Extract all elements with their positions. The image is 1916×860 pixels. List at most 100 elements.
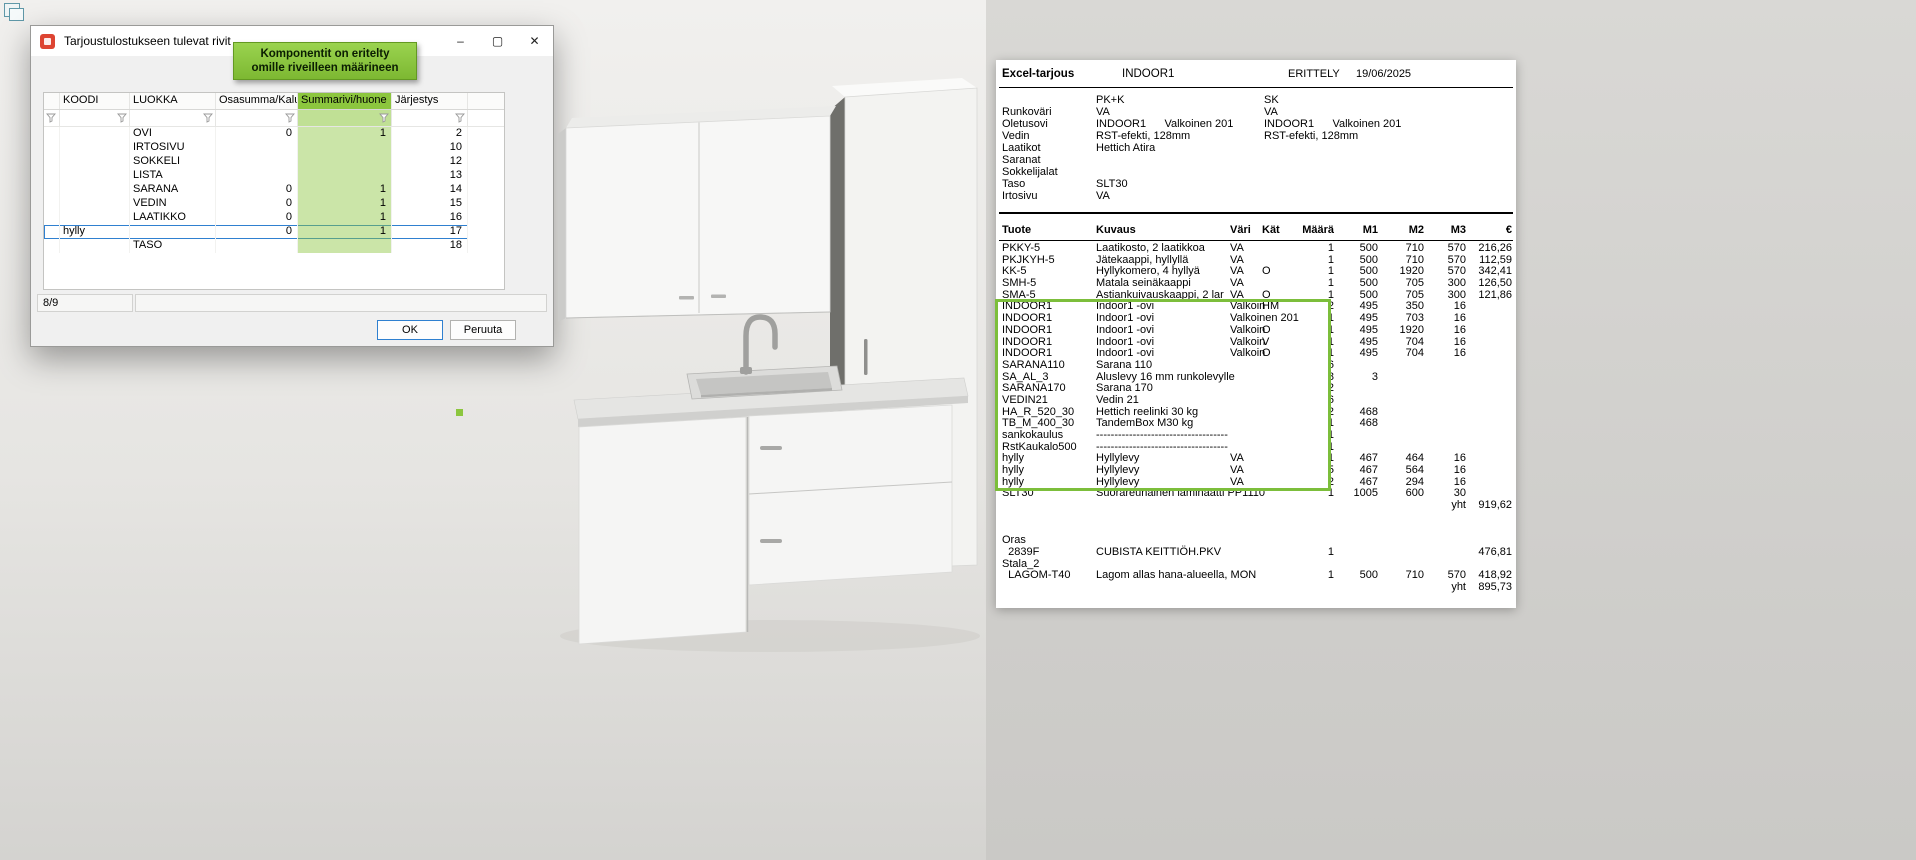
filter-cell-koodi[interactable] [60,110,130,126]
report-model: INDOOR1 [1122,68,1174,80]
report-cell: 500 [1338,570,1378,582]
report-row: VEDIN21Vedin 216 [996,395,1516,407]
filter-funnel-icon[interactable] [117,113,127,123]
report-info-row: LaatikotHettich Atira [996,142,1516,154]
table-row[interactable]: TASO18 [44,239,468,253]
report-cell: 8 [1284,372,1334,384]
report-row [996,512,1516,524]
filter-funnel-icon[interactable] [46,113,56,123]
report-row: SLT30Suorareunainen laminaatti PP1110110… [996,488,1516,500]
cell-jarjestys: 10 [392,141,468,155]
report-cell: Valkoin [1230,325,1265,337]
report-cell: 300 [1426,278,1466,290]
row-selector-cell [44,183,60,197]
report-cell: VEDIN21 [1002,395,1048,407]
report-row: INDOOR1Indoor1 -oviValkoinO149570416 [996,348,1516,360]
dialog-title: Tarjoustulostukseen tulevat rivit [64,34,231,48]
filter-funnel-icon[interactable] [379,113,389,123]
table-row[interactable]: LISTA13 [44,169,468,183]
wall-cabinet-doors [566,116,830,318]
col-vari: Väri [1230,224,1251,236]
report-cell: 1 [1284,313,1334,325]
report-cell: 495 [1338,348,1378,360]
report-cell: 703 [1382,313,1424,325]
info-value-right: INDOOR1 Valkoinen 201 [1264,118,1401,130]
cell-luokka: VEDIN [130,197,216,211]
report-row: hyllyHyllylevyVA546756416 [996,465,1516,477]
filter-cell-luokka[interactable] [130,110,216,126]
report-cell: 704 [1382,348,1424,360]
report-cell: 1 [1284,453,1334,465]
table-row[interactable]: LAATIKKO0116 [44,211,468,225]
info-value-right: SK [1264,94,1279,106]
filter-funnel-icon[interactable] [203,113,213,123]
report-cell: INDOOR1 [1002,325,1052,337]
report-row: PKJKYH-5Jätekaappi, hyllylläVA1500710570… [996,255,1516,267]
filter-funnel-icon[interactable] [285,113,295,123]
row-selector-cell [44,197,60,211]
maximize-button[interactable]: ▢ [479,26,516,56]
report-cell: Matala seinäkaappi [1096,278,1191,290]
report-cell: hylly [1002,465,1024,477]
report-cell: Vedin 21 [1096,395,1139,407]
col-m3: M3 [1426,224,1466,236]
report-cell: 2839F [1002,547,1039,559]
column-header-osasumma[interactable]: Osasumma/Kaluste [216,93,298,109]
column-header-luokka[interactable]: LUOKKA [130,93,216,109]
report-cell: 600 [1382,488,1424,500]
column-header-selector [44,93,60,109]
filter-cell-summarivi[interactable] [298,110,392,126]
report-cell: ------------------------------------ [1096,430,1228,442]
report-cell: SARANA110 [1002,360,1065,372]
report-cell: 121,86 [1468,290,1512,302]
report-table-header: Tuote Kuvaus Väri Kät Määrä M1 M2 M3 € [996,224,1516,237]
column-header-jarjestys[interactable]: Järjestys [392,93,468,109]
report-row: LAGOM-T40Lagom allas hana-alueella, MON1… [996,570,1516,582]
cancel-button[interactable]: Peruuta [450,320,516,340]
table-row[interactable]: SARANA0114 [44,183,468,197]
report-cell: 16 [1426,313,1466,325]
header-rule [999,87,1513,88]
report-row: yht895,73 [996,582,1516,594]
report-info-row: OletusoviINDOOR1 Valkoinen 201INDOOR1 Va… [996,118,1516,130]
report-cell: 1 [1284,418,1334,430]
table-row[interactable]: IRTOSIVU10 [44,141,468,155]
cell-summarivi [298,141,392,155]
cell-summarivi: 1 [298,197,392,211]
report-cell: 1 [1284,290,1334,302]
minimize-button[interactable]: – [442,26,479,56]
cell-jarjestys: 17 [392,225,468,239]
dialog-table-body: OVI012IRTOSIVU10SOKKELI12LISTA13SARANA01… [44,127,504,253]
info-value-right: VA [1264,106,1278,118]
report-info-row: Sokkelijalat [996,166,1516,178]
table-row[interactable]: SOKKELI12 [44,155,468,169]
kitchen-3d-viewport[interactable] [530,50,1010,670]
table-row[interactable]: OVI012 [44,127,468,141]
filter-funnel-icon[interactable] [455,113,465,123]
table-row[interactable]: VEDIN0115 [44,197,468,211]
report-cell: 16 [1426,348,1466,360]
filter-cell-jarjestys[interactable] [392,110,468,126]
filter-cell-osasumma[interactable] [216,110,298,126]
table-row[interactable]: hylly0117 [44,225,468,239]
wall-cabinet-handle-right [711,295,726,299]
report-info-row: TasoSLT30 [996,178,1516,190]
row-selector-cell [44,127,60,141]
cell-jarjestys: 18 [392,239,468,253]
tall-cabinet-handle [864,339,868,375]
window-restore-icon[interactable] [4,3,20,17]
report-info-row: VedinRST-efekti, 128mmRST-efekti, 128mm [996,130,1516,142]
dialog-tarjoustulostus: Tarjoustulostukseen tulevat rivit – ▢ ✕ … [30,25,554,347]
row-selector-cell [44,155,60,169]
report-cell: VA [1230,243,1244,255]
report-cell: 1 [1284,348,1334,360]
filter-cell-selector[interactable] [44,110,60,126]
column-header-koodi[interactable]: KOODI [60,93,130,109]
report-cell: 705 [1382,278,1424,290]
ok-button[interactable]: OK [377,320,443,340]
report-table-body: PKKY-5Laatikosto, 2 laatikkoaVA150071057… [996,243,1516,594]
column-header-summarivi[interactable]: Summarivi/huone [298,93,392,109]
report-cell: O [1262,348,1271,360]
status-bar [135,294,547,312]
report-row: 2839FCUBISTA KEITTIÖH.PKV1476,81 [996,547,1516,559]
